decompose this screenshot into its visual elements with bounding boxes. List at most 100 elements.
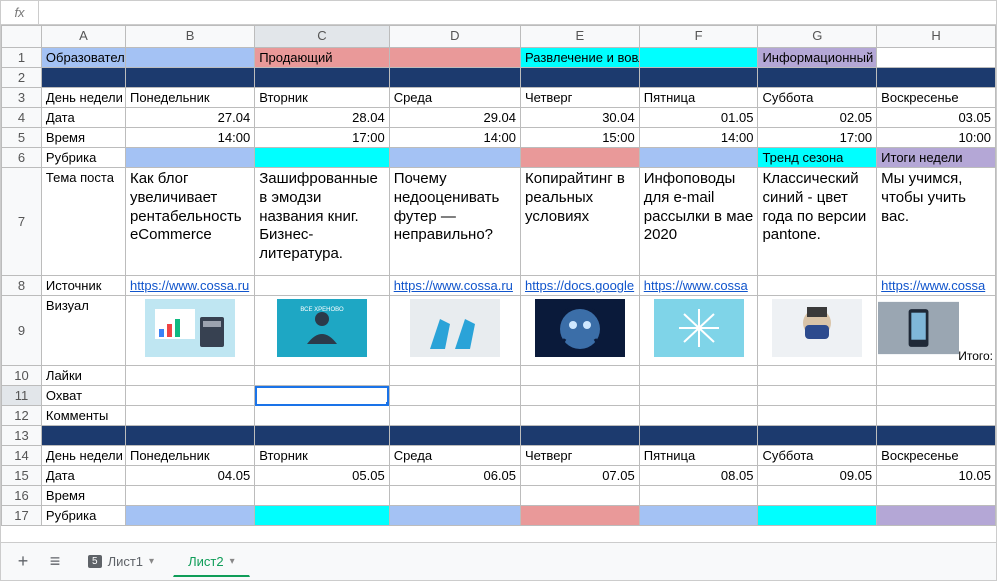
cell-H1[interactable] <box>877 48 996 68</box>
col-E[interactable]: E <box>521 26 640 48</box>
cell-C3[interactable]: Вторник <box>255 88 389 108</box>
cell-H15[interactable]: 10.05 <box>877 466 996 486</box>
chevron-down-icon[interactable]: ▾ <box>149 556 154 567</box>
col-B[interactable]: B <box>125 26 254 48</box>
chevron-down-icon[interactable]: ▾ <box>230 556 235 567</box>
cell-A10[interactable]: Лайки <box>41 366 125 386</box>
cell-E4[interactable]: 30.04 <box>521 108 640 128</box>
cell-G15[interactable]: 09.05 <box>758 466 877 486</box>
cell-G5[interactable]: 17:00 <box>758 128 877 148</box>
cell-A12[interactable]: Комменты <box>41 406 125 426</box>
rowhead-7[interactable]: 7 <box>2 168 42 276</box>
cell-A3[interactable]: День недели <box>41 88 125 108</box>
cell-D7[interactable]: Почему недооценивать футер — неправильно… <box>389 168 520 276</box>
cell-E3[interactable]: Четверг <box>521 88 640 108</box>
cell-F3[interactable]: Пятница <box>639 88 758 108</box>
cell-H9[interactable]: Итого: <box>877 296 996 366</box>
col-D[interactable]: D <box>389 26 520 48</box>
rowhead-2[interactable]: 2 <box>2 68 42 88</box>
cell-A4[interactable]: Дата <box>41 108 125 128</box>
cell-B8[interactable]: https://www.cossa.ru <box>125 276 254 296</box>
cell-F1[interactable] <box>639 48 758 68</box>
rowhead-12[interactable]: 12 <box>2 406 42 426</box>
cell-B3[interactable]: Понедельник <box>125 88 254 108</box>
col-F[interactable]: F <box>639 26 758 48</box>
cell-D4[interactable]: 29.04 <box>389 108 520 128</box>
cell-A11[interactable]: Охват <box>41 386 125 406</box>
rowhead-10[interactable]: 10 <box>2 366 42 386</box>
cell-A16[interactable]: Время <box>41 486 125 506</box>
cell-C11-selected[interactable] <box>255 386 389 406</box>
cell-D3[interactable]: Среда <box>389 88 520 108</box>
rowhead-1[interactable]: 1 <box>2 48 42 68</box>
cell-C4[interactable]: 28.04 <box>255 108 389 128</box>
rowhead-16[interactable]: 16 <box>2 486 42 506</box>
cell-C15[interactable]: 05.05 <box>255 466 389 486</box>
cell-F4[interactable]: 01.05 <box>639 108 758 128</box>
cell-F14[interactable]: Пятница <box>639 446 758 466</box>
rowhead-13[interactable]: 13 <box>2 426 42 446</box>
cell-H8[interactable]: https://www.cossa <box>877 276 996 296</box>
cell-E14[interactable]: Четверг <box>521 446 640 466</box>
grid-area[interactable]: A B C D E F G H 1 Образовательный пост П… <box>1 25 996 542</box>
cell-A14[interactable]: День недели <box>41 446 125 466</box>
all-sheets-button[interactable]: ≡ <box>41 548 69 576</box>
cell-G1[interactable]: Информационный <box>758 48 877 68</box>
corner-cell[interactable] <box>2 26 42 48</box>
cell-H14[interactable]: Воскресенье <box>877 446 996 466</box>
rowhead-3[interactable]: 3 <box>2 88 42 108</box>
cell-D6[interactable] <box>389 148 520 168</box>
cell-G8[interactable] <box>758 276 877 296</box>
rowhead-6[interactable]: 6 <box>2 148 42 168</box>
cell-C8[interactable] <box>255 276 389 296</box>
cell-H5[interactable]: 10:00 <box>877 128 996 148</box>
cell-A2[interactable] <box>41 68 125 88</box>
cell-E15[interactable]: 07.05 <box>521 466 640 486</box>
rowhead-11[interactable]: 11 <box>2 386 42 406</box>
cell-A8[interactable]: Источник <box>41 276 125 296</box>
cell-G3[interactable]: Суббота <box>758 88 877 108</box>
cell-A17[interactable]: Рубрика <box>41 506 125 526</box>
cell-D1[interactable] <box>389 48 520 68</box>
cell-E7[interactable]: Копирайтинг в реальных условиях <box>521 168 640 276</box>
sheet-tab-2[interactable]: Лист2 ▾ <box>173 547 250 577</box>
rowhead-14[interactable]: 14 <box>2 446 42 466</box>
cell-E9[interactable] <box>521 296 640 366</box>
rowhead-5[interactable]: 5 <box>2 128 42 148</box>
cell-E6[interactable] <box>521 148 640 168</box>
col-G[interactable]: G <box>758 26 877 48</box>
cell-B4[interactable]: 27.04 <box>125 108 254 128</box>
cell-A15[interactable]: Дата <box>41 466 125 486</box>
rowhead-4[interactable]: 4 <box>2 108 42 128</box>
selection-handle-icon[interactable] <box>386 402 390 406</box>
col-A[interactable]: A <box>41 26 125 48</box>
rowhead-8[interactable]: 8 <box>2 276 42 296</box>
cell-H4[interactable]: 03.05 <box>877 108 996 128</box>
cell-G4[interactable]: 02.05 <box>758 108 877 128</box>
cell-D5[interactable]: 14:00 <box>389 128 520 148</box>
cell-A1[interactable]: Образовательный пост <box>41 48 125 68</box>
cell-B9[interactable] <box>125 296 254 366</box>
cell-C7[interactable]: Зашифрованные в эмодзи названия книг. Би… <box>255 168 389 276</box>
rowhead-15[interactable]: 15 <box>2 466 42 486</box>
cell-H7[interactable]: Мы учимся, чтобы учить вас. <box>877 168 996 276</box>
cell-B5[interactable]: 14:00 <box>125 128 254 148</box>
cell-B1[interactable] <box>125 48 254 68</box>
cell-A7[interactable]: Тема поста <box>41 168 125 276</box>
cell-H6[interactable]: Итоги недели <box>877 148 996 168</box>
cell-D8[interactable]: https://www.cossa.ru <box>389 276 520 296</box>
cell-B14[interactable]: Понедельник <box>125 446 254 466</box>
cell-F15[interactable]: 08.05 <box>639 466 758 486</box>
cell-F9[interactable] <box>639 296 758 366</box>
cell-B7[interactable]: Как блог увеличивает рентабельность eCom… <box>125 168 254 276</box>
cell-C14[interactable]: Вторник <box>255 446 389 466</box>
cell-G6[interactable]: Тренд сезона <box>758 148 877 168</box>
cell-F5[interactable]: 14:00 <box>639 128 758 148</box>
cell-F7[interactable]: Инфоповоды для e-mail рассылки в мае 202… <box>639 168 758 276</box>
col-C[interactable]: C <box>255 26 389 48</box>
cell-C6[interactable] <box>255 148 389 168</box>
cell-E5[interactable]: 15:00 <box>521 128 640 148</box>
cell-B15[interactable]: 04.05 <box>125 466 254 486</box>
rowhead-17[interactable]: 17 <box>2 506 42 526</box>
cell-H3[interactable]: Воскресенье <box>877 88 996 108</box>
